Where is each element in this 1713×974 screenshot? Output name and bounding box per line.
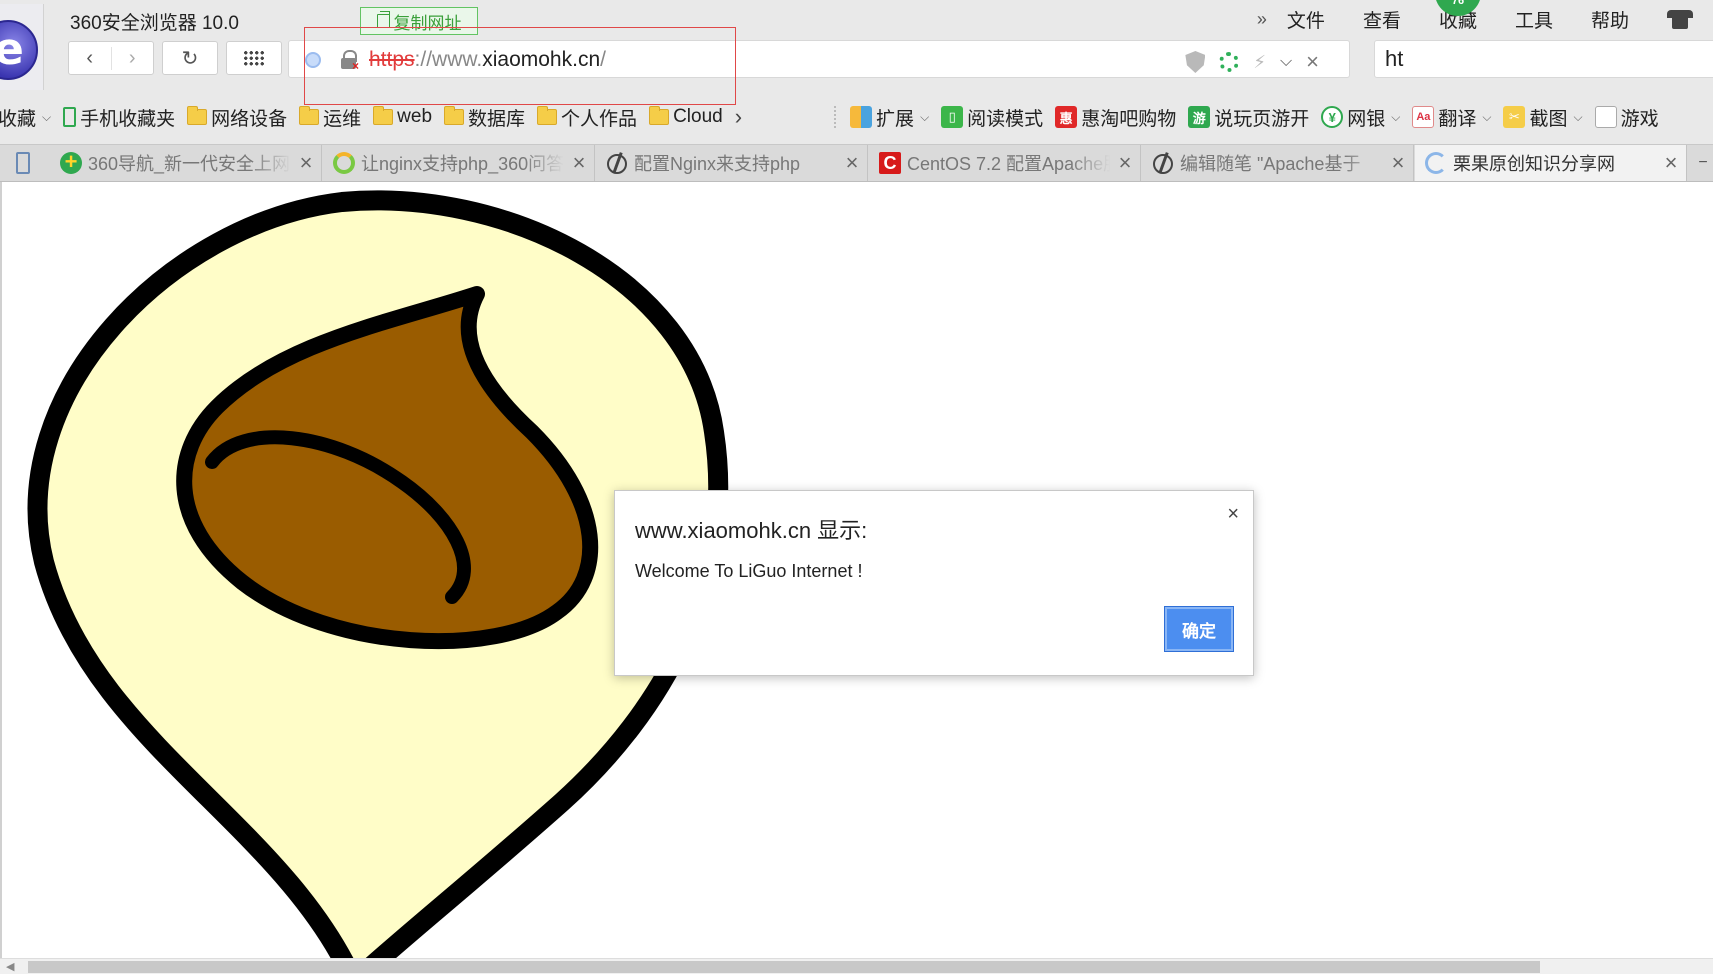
ext-translate[interactable]: Aa 翻译 ⌵ bbox=[1412, 104, 1491, 131]
folder-icon bbox=[537, 106, 558, 125]
copy-url-button[interactable]: 复制网址 bbox=[360, 7, 478, 35]
blog-favicon-icon bbox=[1152, 152, 1174, 174]
chevron-down-icon[interactable]: ⌵ bbox=[1280, 53, 1292, 71]
menu-favorites[interactable]: 76 收藏 bbox=[1434, 0, 1481, 33]
controller-icon bbox=[1594, 106, 1617, 128]
favorites-more-icon[interactable]: › bbox=[735, 104, 742, 130]
tab-centos-apache[interactable]: C CentOS 7.2 配置Apache服务 × bbox=[869, 145, 1141, 181]
dialog-ok-button[interactable]: 确定 bbox=[1164, 606, 1234, 652]
close-icon[interactable]: × bbox=[1306, 49, 1319, 75]
menu-more-icon[interactable]: » bbox=[1257, 9, 1267, 30]
gamepad-icon: 游 bbox=[1188, 106, 1211, 128]
favorites-bar: 收藏 ⌵ 手机收藏夹 网络设备 运维 web 数据库 个人作品 Cloud › … bbox=[0, 100, 1713, 134]
menu-file[interactable]: 文件 bbox=[1287, 6, 1325, 33]
ext-screenshot[interactable]: ✂ 截图 ⌵ bbox=[1503, 104, 1583, 131]
dialog-title: www.xiaomohk.cn 显示: bbox=[635, 518, 868, 543]
device-sidebar-toggle[interactable] bbox=[0, 145, 46, 181]
accelerate-icon[interactable] bbox=[1219, 52, 1240, 72]
fav-folder-network-devices[interactable]: 网络设备 bbox=[187, 104, 287, 131]
loading-spinner-icon bbox=[1425, 152, 1447, 174]
address-actions: ⚡ ⌵ × bbox=[1185, 49, 1319, 75]
back-button[interactable]: ‹ bbox=[69, 47, 111, 70]
fav-folder-database[interactable]: 数据库 bbox=[444, 104, 525, 131]
translate-icon: Aa bbox=[1412, 106, 1435, 128]
dialog-close-icon[interactable]: × bbox=[1227, 503, 1239, 526]
forward-button[interactable]: › bbox=[110, 46, 154, 70]
dialog-message: Welcome To LiGuo Internet ! bbox=[635, 561, 863, 581]
tab-close-icon[interactable]: × bbox=[291, 150, 321, 176]
nav-buttons: ‹ › ↻ bbox=[68, 41, 282, 75]
ext-games[interactable]: 游戏 bbox=[1594, 104, 1659, 131]
c-favicon-icon: C bbox=[879, 152, 901, 174]
copy-url-label: 复制网址 bbox=[393, 13, 462, 33]
back-forward-group: ‹ › bbox=[68, 41, 154, 75]
menu-view[interactable]: 查看 bbox=[1363, 6, 1401, 33]
favorites-divider bbox=[834, 106, 837, 128]
browser-chrome: e 360安全浏览器 10.0 复制网址 » 文件 查看 76 收藏 工具 帮助… bbox=[0, 0, 1713, 182]
scrollbar-thumb[interactable] bbox=[28, 961, 1540, 973]
tab-360-nav[interactable]: 360导航_新一代安全上网导航 × bbox=[50, 145, 322, 181]
tab-close-icon[interactable]: × bbox=[1656, 150, 1686, 176]
folder-icon bbox=[299, 106, 320, 125]
grid-icon bbox=[243, 50, 265, 66]
hui-shopping-icon: 惠 bbox=[1055, 106, 1078, 128]
alert-dialog: www.xiaomohk.cn 显示: × Welcome To LiGuo I… bbox=[614, 490, 1254, 676]
phone-icon bbox=[63, 107, 77, 127]
browser-logo[interactable]: e bbox=[0, 4, 44, 90]
menu-bar: » 文件 查看 76 收藏 工具 帮助 bbox=[1257, 0, 1713, 34]
insecure-lock-icon[interactable]: × bbox=[341, 50, 359, 73]
ext-shopping[interactable]: 惠 惠淘吧购物 bbox=[1055, 104, 1176, 131]
loading-favicon-icon bbox=[333, 152, 355, 174]
fav-folder-portfolio[interactable]: 个人作品 bbox=[537, 104, 637, 131]
yuan-shield-icon: ¥ bbox=[1321, 106, 1344, 128]
fav-folder-web[interactable]: web bbox=[373, 106, 432, 128]
reload-icon: ↻ bbox=[181, 47, 199, 70]
copy-icon bbox=[376, 11, 390, 28]
folder-icon bbox=[444, 106, 465, 125]
ext-reading-mode[interactable]: ▯ 阅读模式 bbox=[941, 104, 1043, 131]
tab-close-icon[interactable]: × bbox=[564, 150, 594, 176]
folder-icon bbox=[373, 106, 394, 125]
folder-icon bbox=[187, 106, 208, 125]
site-info-icon[interactable] bbox=[305, 52, 321, 68]
scissors-icon: ✂ bbox=[1503, 106, 1526, 128]
apps-grid-button[interactable] bbox=[226, 41, 282, 75]
tab-edit-post[interactable]: 编辑随笔 "Apache基于 × bbox=[1142, 145, 1414, 181]
menu-help[interactable]: 帮助 bbox=[1591, 6, 1629, 33]
reload-button[interactable]: ↻ bbox=[162, 41, 218, 75]
tab-nginx-config[interactable]: 配置Nginx来支持php × bbox=[596, 145, 868, 181]
ext-extensions[interactable]: 扩展 ⌵ bbox=[850, 104, 929, 131]
book-icon: ▯ bbox=[941, 106, 964, 128]
extensions-grid-icon bbox=[850, 106, 873, 128]
tab-close-icon[interactable]: × bbox=[837, 150, 867, 176]
fav-folder-cloud[interactable]: Cloud bbox=[649, 106, 723, 128]
tab-bar: 360导航_新一代安全上网导航 × 让nginx支持php_360问答 × 配置… bbox=[0, 144, 1713, 182]
device-icon bbox=[16, 152, 30, 174]
ext-web-games[interactable]: 游 说玩页游开 bbox=[1188, 104, 1309, 131]
favorites-menu[interactable]: 收藏 ⌵ bbox=[0, 104, 51, 131]
menu-tools[interactable]: 工具 bbox=[1515, 6, 1553, 33]
tab-close-icon[interactable]: × bbox=[1383, 150, 1413, 176]
360-favicon-icon bbox=[60, 149, 82, 175]
lightning-icon[interactable]: ⚡ bbox=[1253, 52, 1266, 73]
url-text[interactable]: https://www.xiaomohk.cn/ bbox=[369, 48, 606, 72]
fav-folder-ops[interactable]: 运维 bbox=[299, 104, 361, 131]
blog-favicon-icon bbox=[606, 152, 628, 174]
tab-close-icon[interactable]: × bbox=[1110, 150, 1140, 176]
scroll-left-icon[interactable]: ◀ bbox=[6, 960, 14, 973]
address-bar[interactable]: × https://www.xiaomohk.cn/ ⚡ ⌵ × bbox=[288, 40, 1350, 78]
skin-shirt-icon[interactable] bbox=[1667, 9, 1693, 29]
tab-liguo-knowledge[interactable]: 栗果原创知识分享网 × bbox=[1415, 145, 1687, 181]
folder-icon bbox=[649, 106, 670, 125]
ext-online-banking[interactable]: ¥ 网银 ⌵ bbox=[1321, 104, 1400, 131]
window-title: 360安全浏览器 10.0 bbox=[70, 13, 239, 34]
fav-mobile-favorites[interactable]: 手机收藏夹 bbox=[63, 104, 175, 131]
tab-list-icon[interactable]: − bbox=[1693, 145, 1713, 181]
search-input[interactable]: ht bbox=[1374, 40, 1713, 78]
horizontal-scrollbar[interactable]: ◀ bbox=[0, 958, 1713, 974]
shield-icon[interactable] bbox=[1185, 51, 1206, 73]
tab-nginx-php-qa[interactable]: 让nginx支持php_360问答 × bbox=[323, 145, 595, 181]
